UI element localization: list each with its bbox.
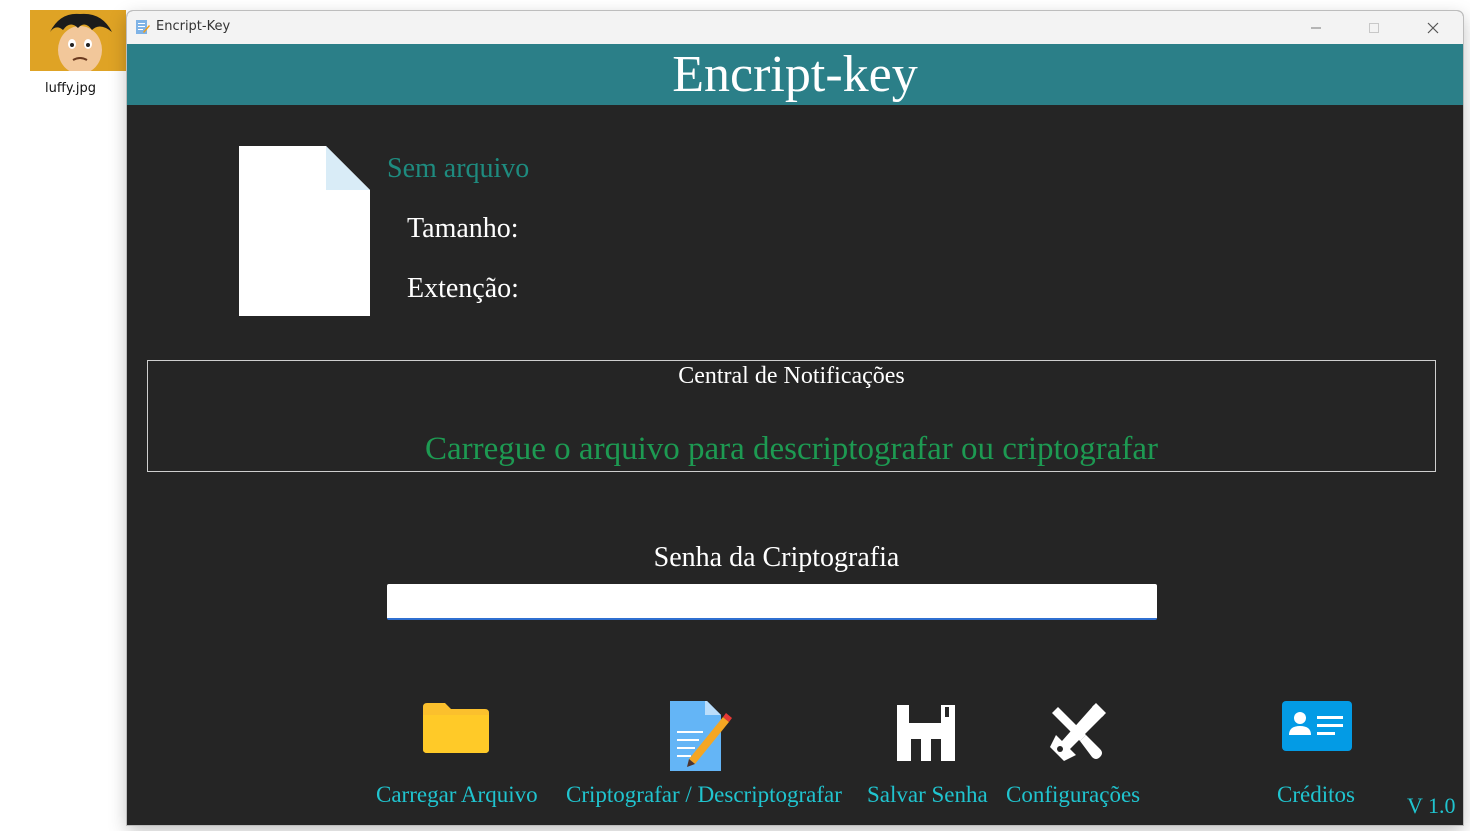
- load-file-label[interactable]: Carregar Arquivo: [376, 782, 538, 808]
- file-size-label: Tamanho:: [407, 213, 519, 244]
- tools-icon: [1050, 703, 1106, 761]
- crypt-label[interactable]: Criptografar / Descriptografar: [566, 782, 842, 808]
- folder-icon: [423, 703, 489, 753]
- window-titlebar[interactable]: Encript-Key: [127, 11, 1463, 44]
- image-thumbnail: [30, 10, 126, 71]
- load-file-button[interactable]: [423, 701, 489, 753]
- blank-file-icon: [239, 146, 370, 316]
- notepad-icon: [134, 19, 150, 35]
- maximize-icon: [1369, 22, 1379, 33]
- crypt-button[interactable]: [667, 701, 733, 773]
- minimize-icon: [1311, 27, 1321, 28]
- desktop-file-label: luffy.jpg: [45, 81, 96, 96]
- version-label: V 1.0: [1407, 793, 1456, 818]
- app-title: Encript-key: [672, 46, 918, 103]
- desktop-file-luffy[interactable]: luffy.jpg: [28, 10, 143, 110]
- edit-document-icon: [670, 701, 732, 771]
- notification-title: Central de Notificações: [678, 363, 905, 389]
- file-extension-label: Extenção:: [407, 273, 519, 304]
- settings-label[interactable]: Configurações: [1006, 782, 1140, 808]
- save-password-button[interactable]: [895, 701, 957, 763]
- id-card-icon: [1282, 701, 1352, 751]
- app-window: Encript-Key Encript-key Sem arquivo Tama…: [127, 11, 1463, 825]
- save-password-label[interactable]: Salvar Senha: [867, 782, 988, 808]
- password-input[interactable]: [387, 584, 1157, 620]
- file-name: Sem arquivo: [387, 153, 530, 184]
- password-label: Senha da Criptografia: [653, 542, 900, 573]
- minimize-button[interactable]: [1287, 11, 1345, 44]
- window-title: Encript-Key: [156, 19, 231, 34]
- settings-button[interactable]: [1046, 701, 1108, 763]
- maximize-button[interactable]: [1345, 11, 1403, 44]
- floppy-disk-icon: [897, 705, 955, 761]
- close-button[interactable]: [1404, 11, 1462, 44]
- credits-label[interactable]: Créditos: [1277, 782, 1355, 808]
- close-icon: [1427, 22, 1439, 33]
- credits-button[interactable]: [1281, 701, 1353, 753]
- notification-message: Carregue o arquivo para descriptografar …: [425, 431, 1158, 467]
- notification-center: Central de Notificações Carregue o arqui…: [147, 360, 1436, 472]
